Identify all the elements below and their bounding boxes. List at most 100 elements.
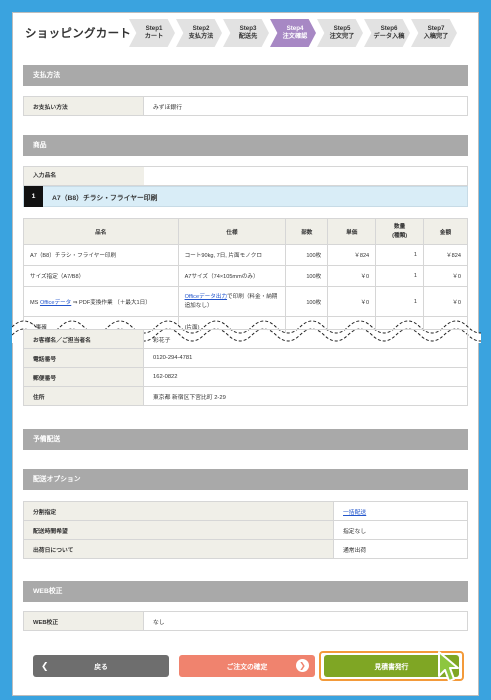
- table-row: 電話番号 0120-294-4781: [23, 348, 468, 368]
- table-row: お支払い方法 みずほ銀行: [23, 96, 468, 116]
- back-button-label: 戻る: [94, 664, 108, 671]
- confirm-button-label: ご注文の確定: [226, 664, 268, 671]
- payment-method-value: みずほ銀行: [143, 96, 468, 116]
- schedule-heading: 予備配送: [23, 429, 468, 450]
- row-name: サイズ指定（A7/B8）: [23, 265, 179, 287]
- phone-label: 電話番号: [23, 348, 144, 368]
- row-qty: 100枚: [285, 244, 329, 266]
- row-count: 1: [375, 286, 425, 317]
- office-output-link[interactable]: Officeデータ出力: [185, 294, 227, 300]
- step-4-current: Step4 注文確認: [270, 19, 316, 47]
- step-label: データ入稿: [373, 33, 405, 40]
- step-7: Step7 入稿完了: [411, 19, 457, 47]
- col-name-header: 品名: [23, 218, 179, 245]
- row-amount: ￥0: [423, 265, 468, 287]
- step-6: Step6 データ入稿: [364, 19, 410, 47]
- step-5: Step5 注文完了: [317, 19, 363, 47]
- payment-method-label: お支払い方法: [23, 96, 144, 116]
- page-title: ショッピングカート: [25, 28, 132, 40]
- action-buttons: ❮ 戻る ご注文の確定 ❯ 見積書発行: [13, 651, 480, 685]
- step-label: 注文完了: [329, 33, 355, 40]
- col-qty-header: 部数: [285, 218, 329, 245]
- web-proof-heading: WEB校正: [23, 581, 468, 602]
- web-proof-table: WEB校正 なし: [23, 611, 468, 631]
- cart-header: ショッピングカート Step1 カート Step2 支払方法 Step3 配送先 St…: [13, 13, 480, 53]
- zip-value: 162-0822: [143, 367, 468, 387]
- delivery-table: 分割指定 一括配送 配送時間希望 指定なし 出荷日について 通常出荷: [23, 501, 468, 559]
- table-row: 分割指定 一括配送: [23, 501, 468, 521]
- table-row: 配送時間希望 指定なし: [23, 520, 468, 540]
- step-label: カート: [144, 33, 164, 40]
- confirm-order-button[interactable]: ご注文の確定 ❯: [179, 655, 315, 677]
- step-number: Step6: [380, 24, 398, 32]
- split-label: 分割指定: [23, 501, 334, 521]
- col-count-header: 数量 (種類): [375, 218, 425, 245]
- product-heading: 商品: [23, 135, 468, 156]
- row-name: MS Officeデータ ⇒ PDF変換作業 （＋最大1日）: [23, 286, 179, 317]
- row-name: A7（B8）チラシ・フライヤー印刷: [23, 244, 179, 266]
- row-spec: Officeデータ出力で印刷（料金・納期追加なし）: [177, 286, 287, 317]
- split-delivery-link[interactable]: 一括配送: [343, 510, 366, 516]
- row-name-suffix: ⇒ PDF変換作業 （＋最大1日）: [71, 299, 151, 306]
- step-number: Step4: [286, 24, 304, 32]
- item-header: 1 A7（B8）チラシ・フライヤー印刷: [23, 186, 468, 207]
- input-name-row: 入力品名: [23, 166, 468, 186]
- table-row: WEB校正 なし: [23, 611, 468, 631]
- table-row: サイズ指定（A7/B8） A7サイズ（74×105mmのみ） 100枚 ￥0 1…: [23, 265, 468, 287]
- row-spec: コート90kg, 7日, 片面モノクロ: [177, 244, 287, 266]
- row-amount: ￥824: [423, 244, 468, 266]
- ship-date-label: 出荷日について: [23, 539, 334, 559]
- row-count: 1: [375, 265, 425, 287]
- contact-table: お客様名／ご担当者名 彩花子 電話番号 0120-294-4781 郵便番号 162-…: [23, 329, 468, 406]
- step-label: 入稿完了: [423, 33, 449, 40]
- ship-date-value: 通常出荷: [333, 539, 468, 559]
- step-number: Step7: [427, 24, 445, 32]
- col-amount-header: 金額: [423, 218, 468, 245]
- row-price: ￥824: [327, 244, 377, 266]
- table-row: 郵便番号 162-0822: [23, 367, 468, 387]
- split-value-cell: 一括配送: [333, 501, 468, 521]
- payment-heading: 支払方法: [23, 65, 468, 86]
- delivery-time-value: 指定なし: [333, 520, 468, 540]
- step-number: Step5: [333, 24, 351, 32]
- step-number: Step1: [145, 24, 163, 32]
- table-row: A7（B8）チラシ・フライヤー印刷 コート90kg, 7日, 片面モノクロ 10…: [23, 244, 468, 266]
- step-label: 支払方法: [188, 33, 214, 40]
- step-progress: Step1 カート Step2 支払方法 Step3 配送先 Step4 注文確認 St…: [129, 19, 458, 47]
- checkout-card: ショッピングカート Step1 カート Step2 支払方法 Step3 配送先 St…: [12, 12, 481, 696]
- customer-name-value: 彩花子: [143, 329, 468, 349]
- row-name-prefix: MS: [30, 299, 40, 306]
- chevron-right-icon: ❯: [296, 659, 309, 672]
- back-button[interactable]: ❮ 戻る: [33, 655, 169, 677]
- table-row: 住所 東京都 新宿区下宮比町 2-29: [23, 386, 468, 406]
- step-number: Step3: [239, 24, 257, 32]
- zip-label: 郵便番号: [23, 367, 144, 387]
- web-proof-label: WEB校正: [23, 611, 144, 631]
- step-number: Step2: [192, 24, 210, 32]
- address-label: 住所: [23, 386, 144, 406]
- step-label: 配送先: [238, 33, 258, 40]
- step-2: Step2 支払方法: [176, 19, 222, 47]
- row-qty: 100枚: [285, 265, 329, 287]
- col-spec-header: 仕様: [177, 218, 287, 245]
- chevron-left-icon: ❮: [41, 661, 49, 671]
- office-data-link[interactable]: Officeデータ: [40, 300, 71, 306]
- step-3: Step3 配送先: [223, 19, 269, 47]
- row-price: ￥0: [327, 286, 377, 317]
- row-qty: 100枚: [285, 286, 329, 317]
- phone-value: 0120-294-4781: [143, 348, 468, 368]
- web-proof-value: なし: [143, 611, 468, 631]
- mouse-pointer-icon: [438, 651, 459, 682]
- table-row: 出荷日について 通常出荷: [23, 539, 468, 559]
- table-row: お客様名／ご担当者名 彩花子: [23, 329, 468, 349]
- customer-name-label: お客様名／ご担当者名: [23, 329, 144, 349]
- table-row: MS Officeデータ ⇒ PDF変換作業 （＋最大1日） Officeデータ…: [23, 286, 468, 317]
- row-price: ￥0: [327, 265, 377, 287]
- item-number: 1: [24, 186, 43, 207]
- item-name: A7（B8）チラシ・フライヤー印刷: [52, 194, 158, 202]
- delivery-heading: 配送オプション: [23, 469, 468, 490]
- input-name-label: 入力品名: [24, 167, 144, 185]
- delivery-time-label: 配送時間希望: [23, 520, 334, 540]
- col-price-header: 単価: [327, 218, 377, 245]
- table-header-row: 品名 仕様 部数 単価 数量 (種類) 金額: [23, 218, 468, 245]
